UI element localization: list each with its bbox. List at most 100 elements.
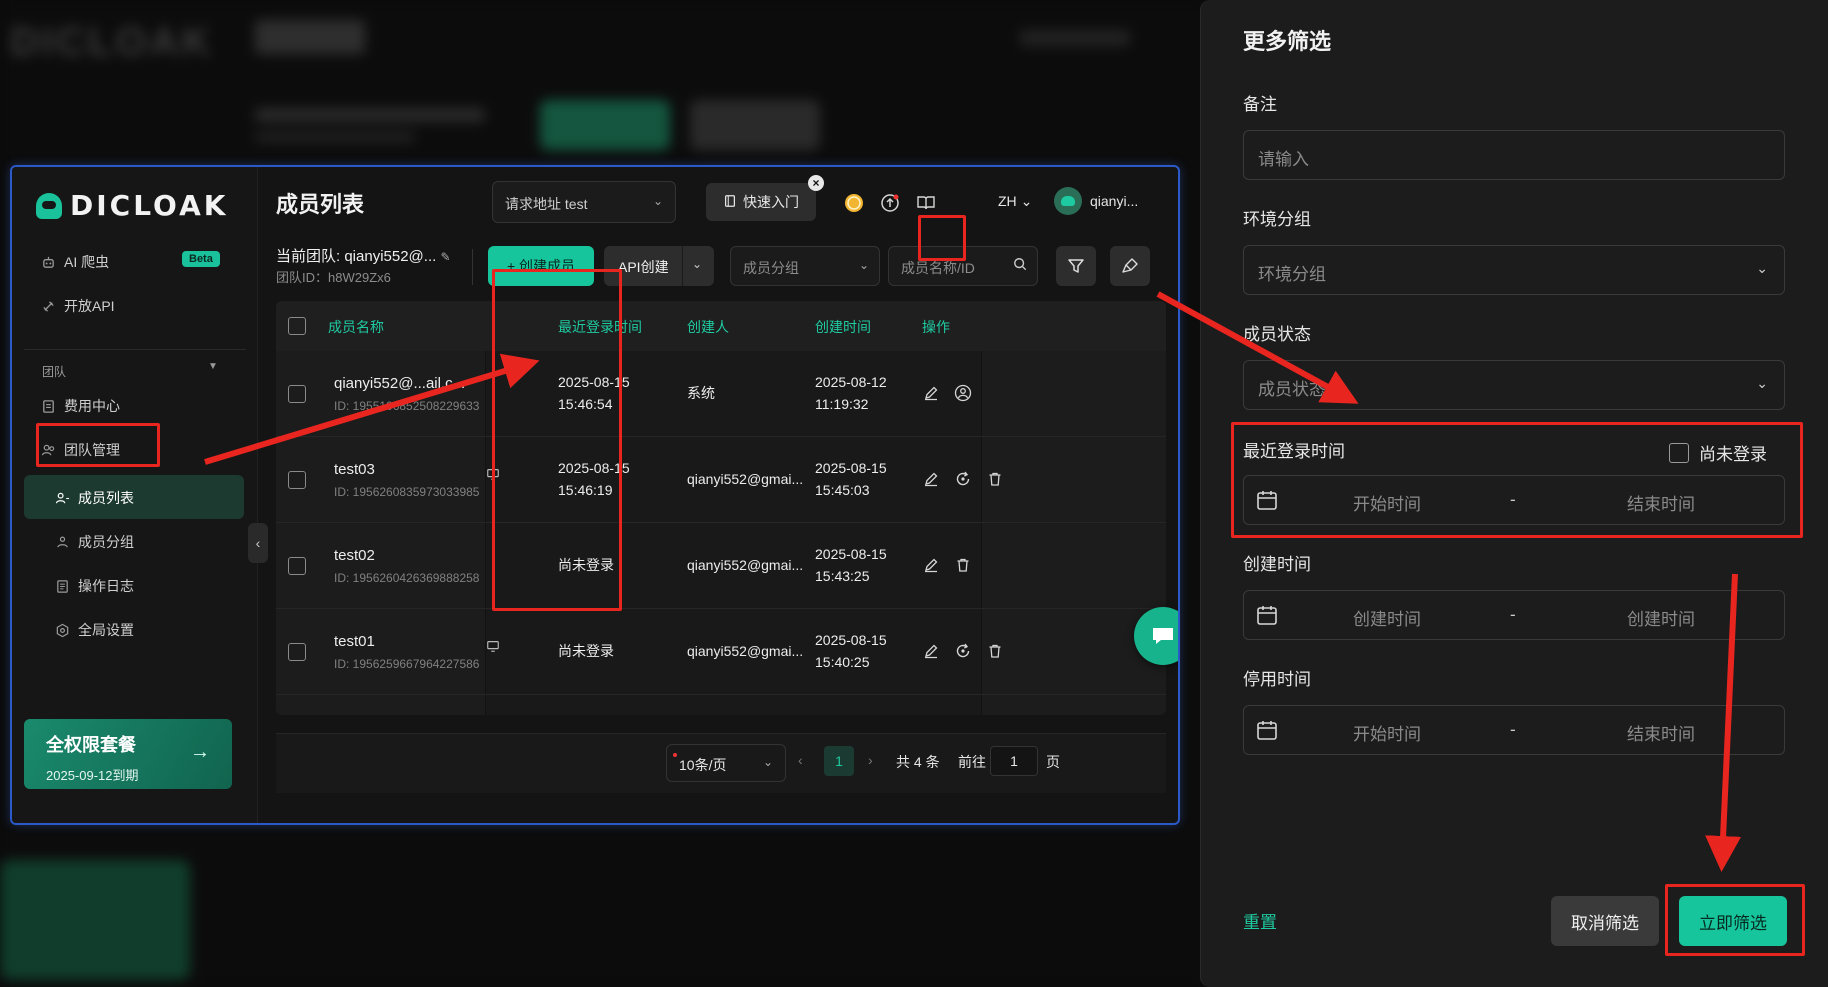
column-header[interactable]: 最近登录时间 (558, 317, 642, 337)
plan-card[interactable]: 全权限套餐 2025-09-12到期 → (24, 719, 232, 789)
range-separator: - (1510, 605, 1516, 624)
created-time-label: 创建时间 (1243, 555, 1311, 574)
member-status-select[interactable]: 成员状态 ⌄ (1243, 360, 1785, 410)
created-date: 2025-08-15 (815, 460, 887, 476)
prev-page-button[interactable]: ‹ (798, 752, 803, 768)
creator: qianyi552@gmai... (687, 643, 804, 659)
env-group-select[interactable]: 环境分组 ⌄ (1243, 245, 1785, 295)
row-checkbox[interactable] (288, 471, 306, 489)
search-icon (1013, 257, 1027, 274)
close-icon[interactable]: × (808, 175, 824, 191)
edit-icon[interactable]: ✎ (440, 250, 450, 264)
goto-label: 前往 (958, 754, 986, 770)
sidebar-item-global-settings[interactable]: 全局设置 (54, 615, 134, 645)
trash-icon[interactable] (985, 469, 1005, 489)
refresh-icon[interactable] (953, 469, 973, 489)
trash-icon[interactable] (985, 641, 1005, 661)
sidebar-item-open-api[interactable]: 开放API (40, 291, 115, 321)
row-checkbox[interactable] (288, 557, 306, 575)
coin-icon[interactable] (842, 191, 866, 215)
last-login-range[interactable]: 开始时间 - 结束时间 (1243, 475, 1785, 525)
filter-icon (1068, 259, 1084, 273)
column-header[interactable]: 成员名称 (328, 317, 384, 337)
sidebar-item-team-management[interactable]: 团队管理 (40, 435, 120, 465)
language-switch[interactable]: ZH ⌄ (998, 193, 1032, 210)
clear-filter-button[interactable] (1110, 246, 1150, 286)
request-address-select[interactable]: 请求地址 test ⌄ (492, 181, 676, 223)
monitor-icon (486, 639, 500, 656)
next-page-button[interactable]: › (868, 752, 873, 768)
table-row[interactable]: test01 ID: 1956259667964227586 尚未登录 qian… (276, 609, 1166, 695)
not-logged-in-checkbox[interactable]: 尚未登录 (1669, 440, 1767, 465)
panel-title: 更多筛选 (1243, 29, 1332, 54)
caret-down-icon[interactable]: ▼ (208, 361, 218, 372)
edit-icon[interactable] (921, 555, 941, 575)
row-checkbox[interactable] (288, 643, 306, 661)
bg-line (255, 108, 485, 122)
edit-icon[interactable] (921, 641, 941, 661)
screenshot-stage: DICLOAK DICLOAK AI 爬虫 Beta 开放API 团队 ▼ 费用… (0, 0, 1828, 987)
start-time-input[interactable]: 开始时间 (1342, 490, 1432, 515)
page-size-select[interactable]: 10条/页 ⌄ (666, 744, 786, 782)
quick-start-button[interactable]: 快速入门 (706, 183, 816, 221)
sidebar-item-ai-crawler[interactable]: AI 爬虫 (40, 247, 109, 277)
disabled-time-range[interactable]: 开始时间 - 结束时间 (1243, 705, 1785, 755)
table-row[interactable]: test03 ID: 1956260835973033985 2025-08-1… (276, 437, 1166, 523)
bill-icon (40, 398, 56, 414)
member-id: ID: 1956260835973033985 (334, 485, 480, 499)
table-row[interactable]: test02 ID: 1956260426369888258 尚未登录 qian… (276, 523, 1166, 609)
upload-icon[interactable] (878, 191, 902, 215)
start-time-input[interactable]: 开始时间 (1342, 720, 1432, 745)
logo[interactable]: DICLOAK (36, 189, 228, 222)
quick-start-label: 快速入门 (743, 194, 799, 210)
plan-expiry: 2025-09-12到期 (46, 768, 139, 783)
bg-right-block (1020, 30, 1130, 46)
sidebar-section-team: 团队 (42, 365, 67, 379)
start-time-input[interactable]: 创建时间 (1342, 605, 1432, 630)
created-time-range[interactable]: 创建时间 - 创建时间 (1243, 590, 1785, 640)
select-all-checkbox[interactable] (288, 317, 306, 335)
monitor-icon (486, 467, 500, 484)
sidebar-item-member-group[interactable]: 成员分组 (54, 527, 134, 557)
trash-icon[interactable] (953, 555, 973, 575)
marker-dot (673, 753, 677, 757)
user-name[interactable]: qianyi... (1090, 193, 1138, 209)
language-label: ZH (998, 193, 1017, 209)
reset-link[interactable]: 重置 (1243, 908, 1277, 933)
filter-button[interactable] (1056, 246, 1096, 286)
avatar[interactable] (1054, 187, 1082, 215)
end-time-input[interactable]: 创建时间 (1616, 605, 1706, 630)
sidebar-item-member-list[interactable]: 成员列表 (54, 483, 134, 513)
range-separator: - (1510, 720, 1516, 739)
created-time: 11:19:32 (815, 396, 869, 412)
current-page[interactable]: 1 (824, 746, 854, 776)
end-time-input[interactable]: 结束时间 (1616, 490, 1706, 515)
chevron-down-icon[interactable]: ⌄ (692, 257, 702, 271)
cancel-filter-button[interactable]: 取消筛选 (1551, 896, 1659, 946)
end-time-input[interactable]: 结束时间 (1616, 720, 1706, 745)
search-input[interactable]: 成员名称/ID (888, 246, 1038, 286)
edit-icon[interactable] (921, 383, 941, 403)
creator: qianyi552@gmai... (687, 557, 804, 573)
table-row[interactable]: qianyi552@...ail.c... ID: 19551068525082… (276, 351, 1166, 437)
goto-page-input[interactable]: 1 (990, 746, 1038, 776)
edit-icon[interactable] (921, 469, 941, 489)
remark-input[interactable]: 请输入 (1243, 130, 1785, 180)
user-circle-icon[interactable] (953, 383, 973, 403)
column-header[interactable]: 创建时间 (815, 317, 871, 337)
book-icon (723, 194, 737, 211)
member-id: ID: 1956260426369888258 (334, 571, 480, 585)
apply-filter-button[interactable]: 立即筛选 (1679, 896, 1787, 946)
beta-badge: Beta (182, 251, 220, 267)
column-header: 操作 (922, 319, 950, 335)
column-header[interactable]: 创建人 (687, 317, 729, 337)
member-group-select[interactable]: 成员分组 ⌄ (730, 246, 880, 286)
sidebar-item-fee-center[interactable]: 费用中心 (40, 391, 120, 421)
row-checkbox[interactable] (288, 385, 306, 403)
checkbox[interactable] (1669, 442, 1689, 463)
sidebar-item-operation-log[interactable]: 操作日志 (54, 571, 134, 601)
refresh-icon[interactable] (953, 641, 973, 661)
open-book-icon[interactable] (914, 191, 938, 215)
api-create-button[interactable]: API创建 ⌄ (604, 246, 714, 286)
create-member-button[interactable]: + 创建成员 (488, 246, 594, 286)
